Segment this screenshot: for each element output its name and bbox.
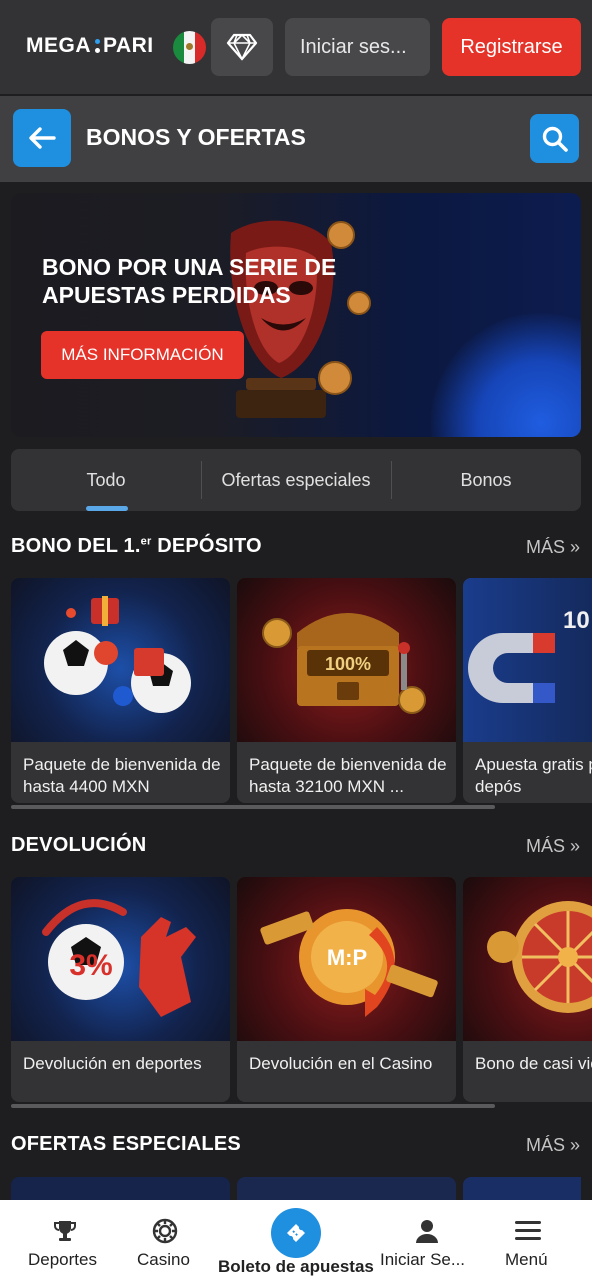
card-label: Apuesta gratis primer depós <box>475 755 592 796</box>
promo-card[interactable]: 100% Paquete de bienvenida de hasta 3210… <box>237 578 456 803</box>
tab-label: Todo <box>86 469 126 490</box>
banner-glow <box>431 313 581 437</box>
section-title-special-offers: OFERTAS ESPECIALES <box>11 1133 241 1155</box>
casino-coin-cashback-illustration: M:P <box>260 909 438 1017</box>
diamond-icon <box>226 33 258 61</box>
trophy-icon <box>54 1221 76 1241</box>
banner-title: BONO POR UNA SERIE DE APUESTAS PERDIDAS <box>42 254 337 308</box>
poker-chip-icon <box>152 1218 178 1244</box>
card-image: 100% <box>237 578 456 742</box>
promo-card[interactable]: M:P Devolución en el Casino <box>237 877 456 1102</box>
horizontal-scrollbar[interactable] <box>11 805 495 809</box>
nav-item-casino[interactable]: Casino <box>130 1200 200 1280</box>
promo-card[interactable]: Bono de casi viernes <box>463 877 592 1102</box>
card-row-cashback[interactable]: 3% Devolución en deportes M:P Devolución… <box>11 877 592 1109</box>
svg-text:100%: 100% <box>325 654 371 674</box>
nav-label: Casino <box>137 1250 190 1269</box>
horizontal-scrollbar[interactable] <box>11 1104 495 1108</box>
section-title-superscript: er <box>140 535 152 548</box>
card-image: 3% <box>11 877 230 1041</box>
active-tab-indicator <box>86 506 128 511</box>
nav-item-menu[interactable]: Menú <box>502 1200 556 1280</box>
more-link-cashback[interactable]: MÁS » <box>526 836 580 857</box>
nav-item-login[interactable]: Iniciar Se... <box>380 1200 472 1280</box>
card-label: Paquete de bienvenida de hasta 4400 MXN <box>23 755 221 796</box>
tab-bonuses[interactable]: Bonos <box>391 449 581 511</box>
card-image: M:P <box>237 877 456 1041</box>
hamburger-icon <box>515 1221 541 1240</box>
logo-separator <box>94 37 100 55</box>
nav-label: Deportes <box>28 1250 97 1269</box>
login-button[interactable]: Iniciar ses... <box>285 18 430 76</box>
promo-card[interactable]: 3% Devolución en deportes <box>11 877 230 1102</box>
theater-mask-illustration <box>230 220 371 418</box>
nav-label: Iniciar Se... <box>380 1250 466 1269</box>
user-icon <box>416 1220 438 1243</box>
section-title-main: BONO DEL 1. <box>11 535 141 557</box>
card-image <box>463 877 592 1041</box>
tab-label: Ofertas especiales <box>221 469 371 490</box>
nav-item-sports[interactable]: Deportes <box>20 1200 108 1280</box>
promo-card-partial[interactable] <box>237 1177 456 1200</box>
vip-diamond-button[interactable] <box>211 18 273 76</box>
more-link-special-offers[interactable]: MÁS » <box>526 1135 580 1156</box>
ball-and-glove-illustration: 3% <box>42 899 196 1017</box>
section-title-end: DEPÓSITO <box>151 535 262 557</box>
logo-text-right: PARI <box>103 34 154 57</box>
promo-card[interactable]: 10 Apuesta gratis primer depós <box>463 578 592 803</box>
more-link-first-deposit[interactable]: MÁS » <box>526 537 580 558</box>
top-bar: MEGA PARI Iniciar ses... Registrarse <box>0 0 592 94</box>
nav-label: Menú <box>505 1250 548 1269</box>
filter-tabs: Todo Ofertas especiales Bonos <box>11 449 581 511</box>
promo-card-partial[interactable] <box>463 1177 581 1200</box>
nav-item-bet-slip[interactable]: Boleto de apuestas <box>218 1200 374 1280</box>
card-label: Devolución en el Casino <box>249 1054 433 1073</box>
tab-special-offers[interactable]: Ofertas especiales <box>201 449 391 511</box>
card-image: 10 <box>463 578 592 742</box>
magnet-illustration: 10 <box>468 607 590 703</box>
promo-card[interactable]: Paquete de bienvenida de hasta 4400 MXN <box>11 578 230 803</box>
card-image <box>11 578 230 742</box>
card-label: Bono de casi viernes <box>475 1054 592 1073</box>
promo-banner[interactable]: BONO POR UNA SERIE DE APUESTAS PERDIDAS … <box>11 193 581 437</box>
svg-text:10: 10 <box>563 607 590 634</box>
tab-label: Bonos <box>460 469 512 490</box>
more-info-button[interactable]: MÁS INFORMACIÓN <box>41 331 244 379</box>
page-title: BONOS Y OFERTAS <box>86 124 306 150</box>
search-button[interactable] <box>530 114 579 163</box>
treasure-chest-illustration: 100% <box>262 613 426 714</box>
back-button[interactable] <box>13 109 71 167</box>
promo-card-partial[interactable] <box>11 1177 230 1200</box>
card-label: Paquete de bienvenida de hasta 32100 MXN… <box>249 755 447 796</box>
logo-text-left: MEGA <box>26 34 91 57</box>
nav-label: Boleto de apuestas <box>218 1257 374 1276</box>
arrow-left-icon <box>29 127 56 149</box>
wheel-of-fortune-illustration <box>487 901 592 1013</box>
card-label: Devolución en deportes <box>23 1054 202 1073</box>
tab-all[interactable]: Todo <box>11 449 201 511</box>
search-icon <box>542 126 568 152</box>
svg-text:M:P: M:P <box>327 945 367 970</box>
svg-text:3%: 3% <box>69 949 112 982</box>
card-row-first-deposit[interactable]: Paquete de bienvenida de hasta 4400 MXN … <box>11 578 592 810</box>
section-title-first-deposit: BONO DEL 1.er DEPÓSITO <box>11 535 262 558</box>
page-header: BONOS Y OFERTAS <box>0 96 592 182</box>
register-button[interactable]: Registrarse <box>442 18 581 76</box>
megapari-logo[interactable]: MEGA PARI <box>26 34 154 58</box>
section-title-cashback: DEVOLUCIÓN <box>11 834 147 856</box>
sports-balls-illustration <box>44 596 191 713</box>
mexico-flag-icon[interactable] <box>173 31 206 64</box>
